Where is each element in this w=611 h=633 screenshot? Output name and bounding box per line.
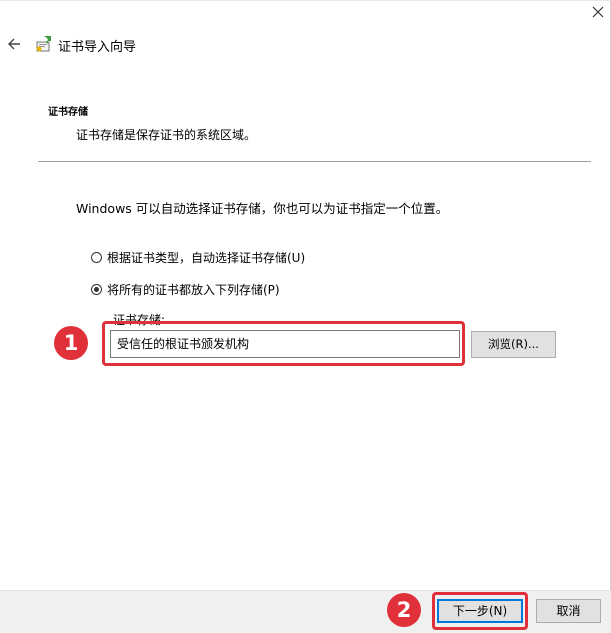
radio-button[interactable] [91, 252, 102, 263]
section-title: 证书存储 [48, 107, 88, 118]
step-badge-2: 2 [387, 593, 421, 627]
browse-button[interactable]: 浏览(R)... [471, 331, 556, 358]
back-arrow-icon[interactable] [6, 36, 22, 52]
close-icon[interactable] [590, 4, 606, 20]
intro-text: Windows 可以自动选择证书存储，你也可以为证书指定一个位置。 [76, 201, 449, 216]
certificate-wizard-icon [36, 36, 51, 52]
highlight-box-1 [102, 321, 465, 366]
radio-label: 将所有的证书都放入下列存储(P) [107, 283, 280, 297]
section-description: 证书存储是保存证书的系统区域。 [76, 128, 257, 142]
highlight-box-2 [432, 592, 528, 630]
radio-label: 根据证书类型，自动选择证书存储(U) [107, 251, 306, 265]
radio-auto-select[interactable]: 根据证书类型，自动选择证书存储(U) [91, 249, 305, 266]
radio-place-in-store[interactable]: 将所有的证书都放入下列存储(P) [91, 281, 280, 298]
divider [38, 161, 591, 162]
radio-button-selected[interactable] [91, 284, 102, 295]
window-title: 证书导入向导 [58, 40, 137, 55]
cancel-button[interactable]: 取消 [536, 599, 601, 623]
window-frame [0, 0, 611, 632]
step-badge-1: 1 [54, 326, 88, 360]
